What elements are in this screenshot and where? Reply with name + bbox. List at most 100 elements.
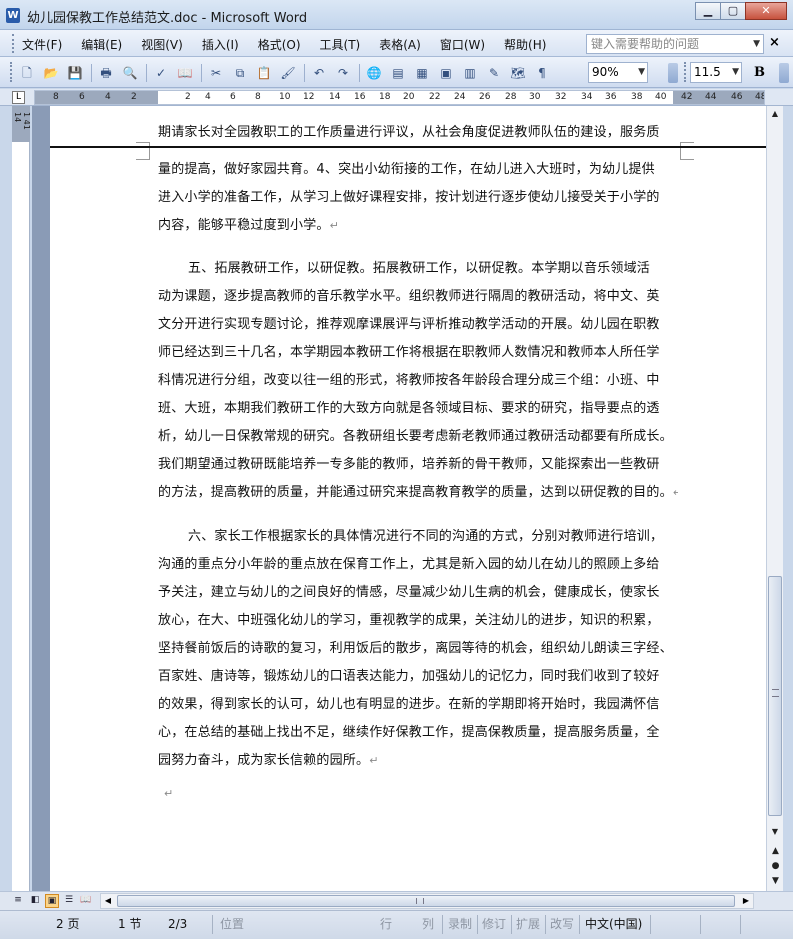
columns-icon[interactable]: ▥	[461, 65, 479, 81]
research-icon[interactable]: 📖	[176, 65, 194, 81]
toolbar-separator	[201, 64, 202, 82]
cut-icon[interactable]: ✂	[207, 65, 225, 81]
web-layout-view-icon[interactable]: ◧	[28, 894, 42, 908]
bold-button[interactable]: B	[754, 65, 765, 80]
format-painter-icon[interactable]: 🖌	[279, 65, 297, 81]
status-language[interactable]: 中文(中国)	[585, 916, 642, 933]
vertical-scroll-thumb[interactable]	[768, 576, 782, 816]
ruler-number: 6	[230, 92, 236, 102]
next-page-icon[interactable]: ▼	[770, 876, 781, 887]
outline-view-icon[interactable]: ☰	[62, 894, 76, 908]
scroll-thumb-grip	[416, 898, 424, 904]
horizontal-scrollbar[interactable]: ◀ ▶	[100, 893, 754, 909]
copy-icon[interactable]: ⧉	[231, 65, 249, 81]
open-folder-icon[interactable]: 📂	[42, 65, 60, 81]
menu-item-5[interactable]: 工具(T)	[320, 36, 361, 53]
toolbar-options-icon[interactable]	[668, 63, 678, 83]
horizontal-scroll-thumb[interactable]	[117, 895, 735, 907]
paragraph-1[interactable]: 期请家长对全园教职工的工作质量进行评议，从社会角度促进教师队伍的建设，服务质	[158, 119, 678, 147]
scroll-left-icon[interactable]: ◀	[101, 894, 115, 908]
redo-icon[interactable]: ↷	[334, 65, 352, 81]
document-page[interactable]: 期请家长对全园教职工的工作质量进行评议，从社会角度促进教师队伍的建设，服务质 量…	[50, 106, 766, 891]
status-column[interactable]: 列	[422, 916, 434, 933]
tab-selector-icon[interactable]: L	[12, 91, 25, 104]
menu-items: 文件(F) 编辑(E) 视图(V) 插入(I) 格式(O) 工具(T) 表格(A) 窗口(W)…	[22, 36, 565, 53]
vertical-scrollbar[interactable]: ▲ ▼ ▲ ● ▼	[766, 106, 783, 891]
empty-paragraph[interactable]: ↵	[164, 780, 684, 808]
show-formatting-icon[interactable]: ¶	[533, 65, 551, 81]
menu-item-7[interactable]: 窗口(W)	[440, 36, 485, 53]
text-line-content: 放心，在大、中班强化幼儿的学习，重视教学的成果，关注幼儿的进步，知识的积累，	[158, 613, 660, 628]
tables-borders-icon[interactable]: ▤	[389, 65, 407, 81]
status-divider	[545, 915, 546, 934]
close-button[interactable]: ✕	[745, 2, 787, 20]
document-map-icon[interactable]: 🗺	[509, 65, 527, 81]
menu-item-2[interactable]: 视图(V)	[141, 36, 183, 53]
select-browse-object-icon[interactable]: ●	[770, 861, 781, 872]
word-app-icon[interactable]: W	[6, 8, 20, 23]
status-trk[interactable]: 修订	[482, 916, 506, 933]
print-icon[interactable]: 🖶	[97, 65, 115, 81]
maximize-button[interactable]: ▢	[720, 2, 746, 20]
chevron-down-icon[interactable]: ▼	[638, 63, 645, 82]
scroll-up-icon[interactable]: ▲	[767, 106, 783, 122]
status-section[interactable]: 1 节	[118, 916, 141, 933]
text-line-content: 的效果，得到家长的认可，幼儿也有明显的进步。在新的学期即将开始时，我园满怀信	[158, 697, 660, 712]
status-page[interactable]: 2 页	[56, 916, 79, 933]
text-line-content: 坚持餐前饭后的诗歌的复习，利用饭后的散步，离园等待的机会，组织幼儿朗读三字经、	[158, 641, 673, 656]
paragraph-4[interactable]: 六、家长工作根据家长的具体情况进行不同的沟通的方式，分别对教师进行培训， 沟通的重…	[158, 523, 678, 775]
menu-item-4[interactable]: 格式(O)	[258, 36, 301, 53]
ruler-number: 38	[631, 92, 643, 102]
new-document-icon[interactable]: 🗋	[18, 65, 36, 81]
reading-layout-view-icon[interactable]: 📖	[79, 894, 93, 908]
print-preview-icon[interactable]: 🔍	[121, 65, 139, 81]
ruler-number: 36	[605, 92, 617, 102]
toolbar-grip-handle[interactable]	[684, 62, 687, 82]
drawing-icon[interactable]: ✎	[485, 65, 503, 81]
ruler-number: 42	[681, 92, 693, 102]
paragraph-2[interactable]: 量的提高，做好家园共育。4、突出小幼衔接的工作，在幼儿进入大班时，为幼儿提供 进入…	[158, 156, 678, 240]
text-line: 班、大班，本期我们教研工作的大致方向就是各领域目标、要求的研究，指导要点的透	[158, 395, 678, 423]
toolbar-options-icon[interactable]	[779, 63, 789, 83]
status-position[interactable]: 位置	[220, 916, 244, 933]
text-line: 心，在总结的基础上找出不足，继续作好保教工作，提高保教质量，提高服务质量，全	[158, 719, 678, 747]
status-page-of[interactable]: 2/3	[168, 916, 187, 933]
menu-item-6[interactable]: 表格(A)	[379, 36, 421, 53]
print-layout-view-icon[interactable]: ▣	[45, 894, 59, 908]
paragraph-3[interactable]: 五、拓展教研工作，以研促教。拓展教研工作，以研促教。本学期以音乐领域活 动为课题，…	[158, 255, 678, 507]
close-document-icon[interactable]: ×	[769, 35, 780, 50]
ruler-number: 24	[454, 92, 466, 102]
spelling-icon[interactable]: ✓	[152, 65, 170, 81]
toolbar-grip-handle[interactable]	[10, 62, 13, 82]
save-icon[interactable]: 💾	[66, 65, 84, 81]
menu-item-3[interactable]: 插入(I)	[202, 36, 239, 53]
previous-page-icon[interactable]: ▲	[770, 846, 781, 857]
vertical-ruler[interactable]: 1 41 14	[12, 106, 31, 891]
menu-item-1[interactable]: 编辑(E)	[81, 36, 122, 53]
undo-icon[interactable]: ↶	[310, 65, 328, 81]
menu-item-0[interactable]: 文件(F)	[22, 36, 62, 53]
scroll-right-icon[interactable]: ▶	[739, 894, 753, 908]
paste-icon[interactable]: 📋	[255, 65, 273, 81]
paragraph-mark: ↵	[672, 486, 678, 499]
menu-item-8[interactable]: 帮助(H)	[504, 36, 546, 53]
status-ext[interactable]: 扩展	[516, 916, 540, 933]
text-line-content: 期请家长对全园教职工的工作质量进行评议，从社会角度促进教师队伍的建设，服务质	[158, 125, 660, 140]
horizontal-ruler[interactable]: 8 6 4 2 2 4 6 8 10 12 14 16 18 20 22 24 26 28 30 32 34 36 38 40…	[34, 90, 765, 105]
hyperlink-icon[interactable]: 🌐	[365, 65, 383, 81]
menubar-grip-handle[interactable]	[12, 34, 15, 53]
minimize-button[interactable]: ▁	[695, 2, 721, 20]
zoom-select[interactable]: 90% ▼	[588, 62, 648, 83]
status-rec[interactable]: 录制	[448, 916, 472, 933]
insert-table-icon[interactable]: ▦	[413, 65, 431, 81]
paragraph-mark: ↵	[329, 219, 340, 232]
font-size-select[interactable]: 11.5 ▼	[690, 62, 742, 83]
normal-view-icon[interactable]: ≡	[11, 894, 25, 908]
chevron-down-icon[interactable]: ▼	[732, 63, 739, 82]
chevron-down-icon[interactable]: ▼	[753, 35, 760, 53]
insert-excel-icon[interactable]: ▣	[437, 65, 455, 81]
scroll-down-icon[interactable]: ▼	[767, 824, 783, 840]
status-line[interactable]: 行	[380, 916, 392, 933]
status-ovr[interactable]: 改写	[550, 916, 574, 933]
help-search-input[interactable]: 键入需要帮助的问题 ▼	[586, 34, 764, 54]
